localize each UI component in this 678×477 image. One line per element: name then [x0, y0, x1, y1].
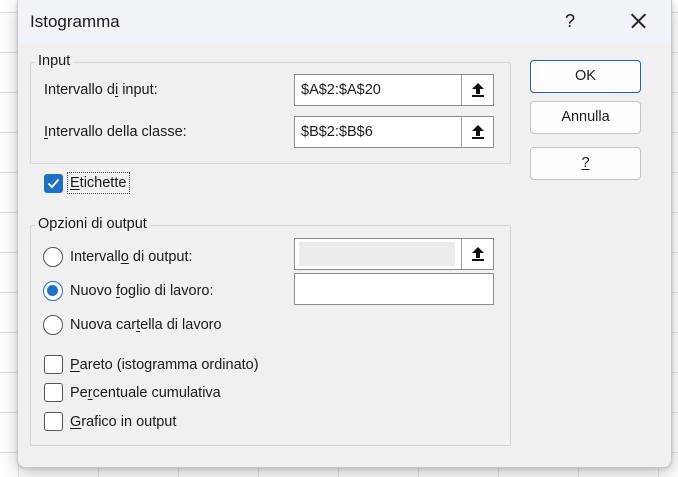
input-range-label: Intervallo di input: — [44, 82, 158, 98]
new-workbook-label[interactable]: Nuova cartella di lavoro — [70, 317, 222, 333]
labels-checkbox[interactable] — [44, 174, 63, 193]
dialog-title: Istogramma — [30, 12, 120, 31]
output-range-label[interactable]: Intervallo di output: — [70, 249, 193, 265]
labels-checkbox-label[interactable]: Etichette — [70, 175, 126, 191]
new-sheet-name-input[interactable] — [294, 273, 494, 305]
ok-button[interactable]: OK — [530, 60, 641, 93]
input-group-legend: Input — [35, 53, 74, 69]
output-options-legend: Opzioni di output — [35, 216, 150, 232]
output-range-field — [294, 238, 494, 270]
help-title-icon[interactable]: ? — [556, 6, 584, 36]
bin-range-input[interactable]: $B$2:$B$6 — [295, 117, 461, 147]
bin-range-field: $B$2:$B$6 — [294, 116, 494, 148]
help-button[interactable]: ? — [530, 147, 641, 180]
cumulative-percentage-label[interactable]: Percentuale cumulativa — [70, 385, 221, 401]
bin-range-collapse-button[interactable] — [461, 117, 493, 147]
pareto-checkbox[interactable] — [44, 355, 63, 374]
input-range-input[interactable]: $A$2:$A$20 — [295, 75, 461, 105]
collapse-dialog-arrow-icon — [472, 83, 484, 97]
new-sheet-radio[interactable] — [43, 281, 63, 301]
input-range-field: $A$2:$A$20 — [294, 74, 494, 106]
output-range-radio[interactable] — [43, 247, 63, 267]
cancel-button[interactable]: Annulla — [530, 101, 641, 134]
check-icon — [47, 178, 60, 189]
input-range-collapse-button[interactable] — [461, 75, 493, 105]
histogram-dialog: Istogramma ? Input Intervallo di input: … — [17, 0, 672, 468]
new-sheet-label[interactable]: Nuovo foglio di lavoro: — [70, 283, 213, 299]
output-range-input[interactable] — [299, 242, 455, 266]
bin-range-label: Intervallo della classe: — [44, 124, 187, 140]
chart-output-checkbox[interactable] — [44, 412, 63, 431]
new-workbook-radio[interactable] — [43, 315, 63, 335]
collapse-dialog-arrow-icon — [472, 125, 484, 139]
help-button-label: ? — [581, 155, 590, 171]
title-bar: Istogramma ? — [18, 0, 671, 44]
cumulative-percentage-checkbox[interactable] — [44, 383, 63, 402]
collapse-dialog-arrow-icon — [472, 247, 484, 261]
close-icon[interactable] — [623, 6, 653, 36]
pareto-label[interactable]: Pareto (istogramma ordinato) — [70, 357, 259, 373]
output-range-collapse-button[interactable] — [461, 239, 493, 269]
chart-output-label[interactable]: Grafico in output — [70, 414, 176, 430]
